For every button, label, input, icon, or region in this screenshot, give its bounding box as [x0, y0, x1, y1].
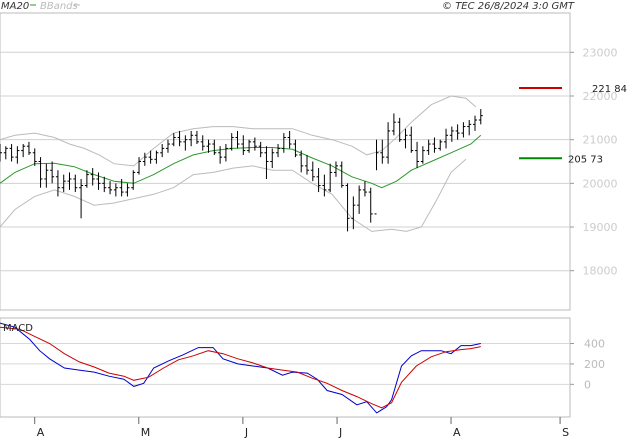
- x-axis: AMJJAS: [34, 417, 569, 439]
- x-tick-label: A: [453, 426, 461, 439]
- x-tick-label: J: [338, 426, 342, 439]
- price-y-tick-label: 19000: [583, 221, 618, 234]
- x-tick-label: A: [37, 426, 45, 439]
- price-y-tick-label: 20000: [583, 177, 618, 190]
- price-y-tick-label: 22000: [583, 90, 618, 103]
- stock-chart: 221 84205 73 AMJJAS 18000190002000021000…: [0, 1, 627, 439]
- x-tick-label: J: [244, 426, 248, 439]
- source-credit: © TEC 26/8/2024 3:0 GMT: [442, 1, 575, 12]
- macd-panel-frame: [0, 317, 571, 418]
- chart-frame: [0, 12, 571, 418]
- price-y-tick-label: 18000: [583, 265, 618, 278]
- macd-y-tick-label: 200: [584, 358, 605, 371]
- price-panel-frame: [0, 12, 571, 311]
- x-tick-label: M: [141, 426, 151, 439]
- y-axis: 18000 19000 20000 21000 22000 23000 0 200 400: [570, 46, 618, 391]
- macd-title: MACD: [3, 323, 33, 334]
- macd-y-tick-label: 400: [584, 338, 605, 351]
- support-label: 205 73: [568, 154, 603, 165]
- legend-ma20: MA20: [1, 1, 29, 12]
- legend-bbands: BBands: [40, 1, 78, 12]
- x-tick-label: S: [562, 426, 569, 439]
- macd-y-tick-label: 0: [584, 378, 591, 391]
- price-y-tick-label: 21000: [583, 134, 618, 147]
- price-y-tick-label: 23000: [583, 46, 618, 59]
